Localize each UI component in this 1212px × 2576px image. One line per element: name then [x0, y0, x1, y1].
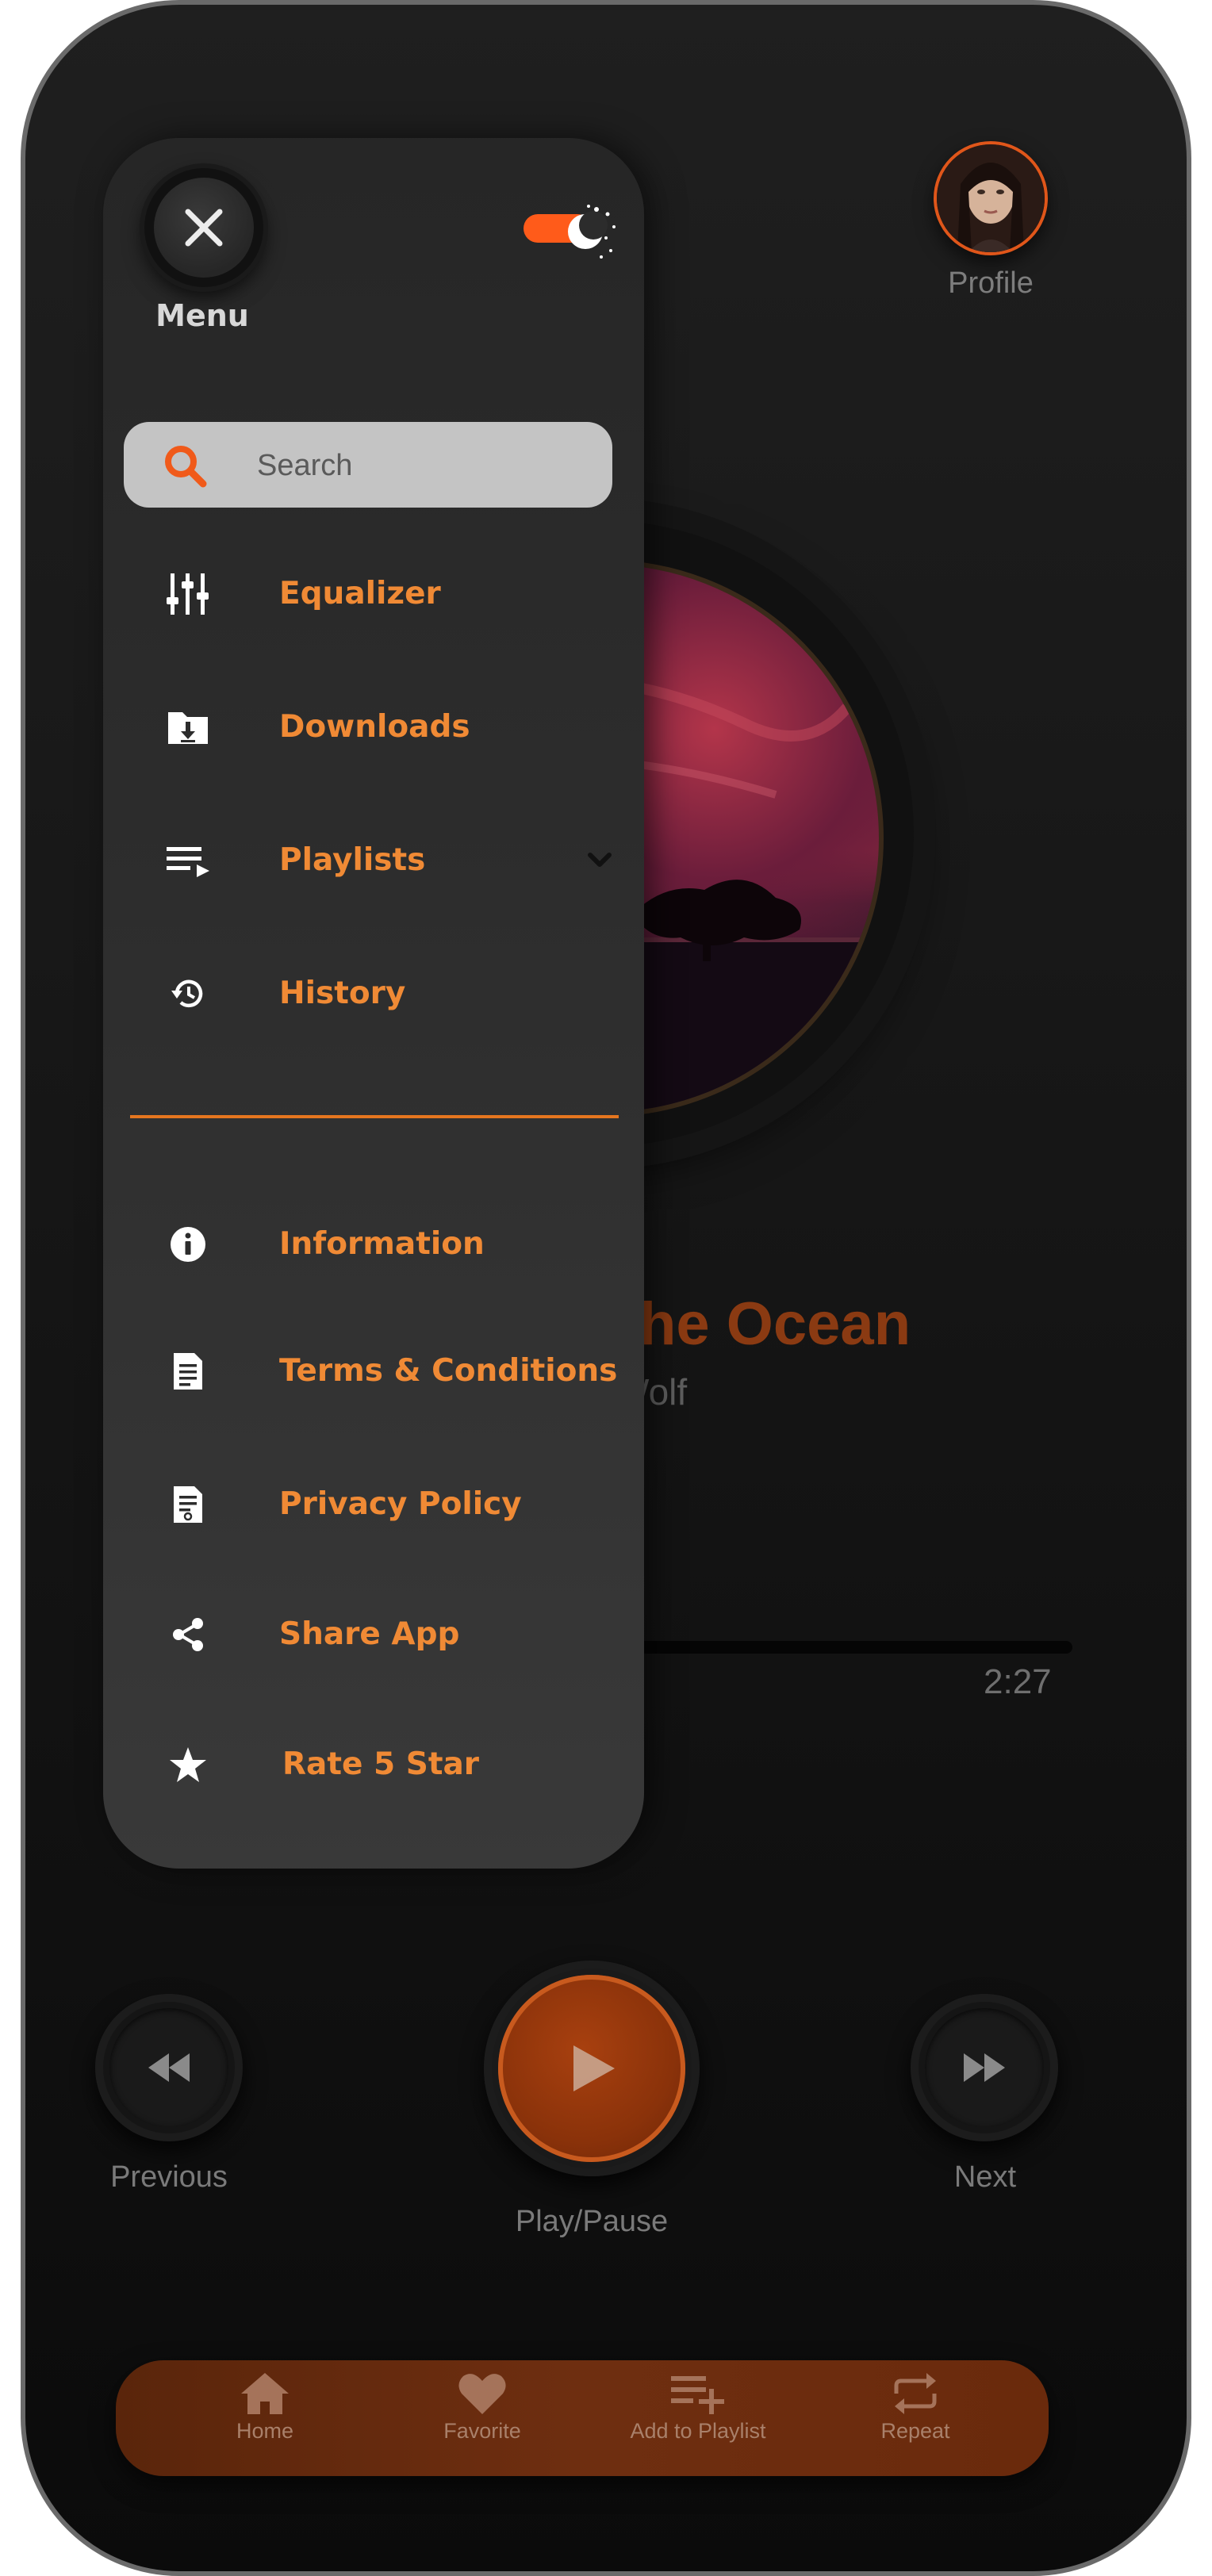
play-icon [573, 2045, 615, 2091]
menu-item-terms[interactable]: Terms & Conditions [103, 1336, 644, 1407]
menu-item-label: Downloads [279, 709, 470, 745]
downloads-folder-icon [163, 703, 213, 752]
menu-item-label: Privacy Policy [279, 1486, 522, 1522]
menu-item-privacy-policy[interactable]: Privacy Policy [103, 1469, 644, 1540]
theme-toggle[interactable] [524, 203, 619, 262]
moon-stars-icon [568, 205, 616, 259]
menu-item-share-app[interactable]: Share App [103, 1599, 644, 1670]
menu-item-history[interactable]: History [103, 958, 644, 1029]
close-icon [185, 209, 223, 247]
menu-divider [130, 1115, 619, 1118]
previous-button[interactable] [95, 1994, 243, 2141]
menu-item-label: Equalizer [279, 576, 441, 611]
menu-item-label: Playlists [279, 842, 426, 878]
nav-add-to-playlist-label: Add to Playlist [630, 2419, 766, 2443]
home-icon [241, 2373, 289, 2414]
bottom-nav: Home Favorite Add to Playlist Repeat [116, 2360, 1049, 2476]
next-button[interactable] [911, 1994, 1058, 2141]
repeat-icon [894, 2373, 937, 2414]
menu-item-playlists[interactable]: Playlists [103, 825, 644, 896]
nav-home-label: Home [236, 2419, 294, 2443]
nav-repeat-label: Repeat [880, 2419, 950, 2443]
nav-repeat[interactable]: Repeat [820, 2371, 1011, 2444]
info-icon [163, 1220, 213, 1269]
nav-home[interactable]: Home [170, 2371, 360, 2444]
menu-item-downloads[interactable]: Downloads [103, 692, 644, 763]
star-icon [163, 1740, 213, 1789]
menu-item-label: Information [279, 1226, 485, 1262]
song-duration: 2:27 [984, 1662, 1052, 1701]
chevron-down-icon[interactable] [587, 847, 612, 872]
menu-item-equalizer[interactable]: Equalizer [103, 558, 644, 630]
menu-label: Menu [155, 298, 249, 333]
search-bar[interactable] [124, 422, 612, 509]
menu-item-label: Terms & Conditions [279, 1353, 618, 1389]
playlist-add-icon [671, 2376, 724, 2414]
play-pause-label: Play/Pause [515, 2205, 669, 2238]
equalizer-icon [163, 569, 213, 619]
profile[interactable]: Profile [931, 141, 1050, 301]
fast-forward-icon [964, 2053, 1005, 2082]
policy-document-icon [163, 1480, 213, 1529]
nav-favorite-label: Favorite [443, 2419, 521, 2443]
playlist-icon [163, 836, 213, 885]
menu-item-information[interactable]: Information [103, 1209, 644, 1280]
menu-item-label: Share App [279, 1616, 460, 1652]
nav-favorite[interactable]: Favorite [387, 2371, 577, 2444]
nav-add-to-playlist[interactable]: Add to Playlist [603, 2371, 793, 2444]
menu-item-label: History [279, 976, 406, 1011]
search-icon [165, 446, 207, 488]
seek-bar[interactable] [636, 1641, 1072, 1654]
close-menu-button[interactable] [144, 168, 263, 287]
rewind-icon [148, 2053, 190, 2082]
side-drawer: Menu Search Equalizer Downloads Playlist… [103, 138, 644, 1869]
previous-label: Previous [110, 2160, 228, 2194]
menu-item-rate-5-star[interactable]: Rate 5 Star [103, 1729, 644, 1800]
phone-frame: Profile n The Ocean l Wolf 2:27 Previous [21, 0, 1191, 2576]
next-label: Next [953, 2160, 1017, 2194]
play-pause-button[interactable] [484, 1961, 700, 2176]
history-icon [163, 969, 213, 1018]
heart-icon [458, 2374, 506, 2414]
search-input[interactable] [255, 422, 592, 509]
share-icon [163, 1610, 213, 1659]
profile-label: Profile [948, 266, 1034, 300]
menu-item-label: Rate 5 Star [282, 1746, 480, 1782]
document-icon [163, 1347, 213, 1396]
avatar[interactable] [934, 141, 1048, 255]
